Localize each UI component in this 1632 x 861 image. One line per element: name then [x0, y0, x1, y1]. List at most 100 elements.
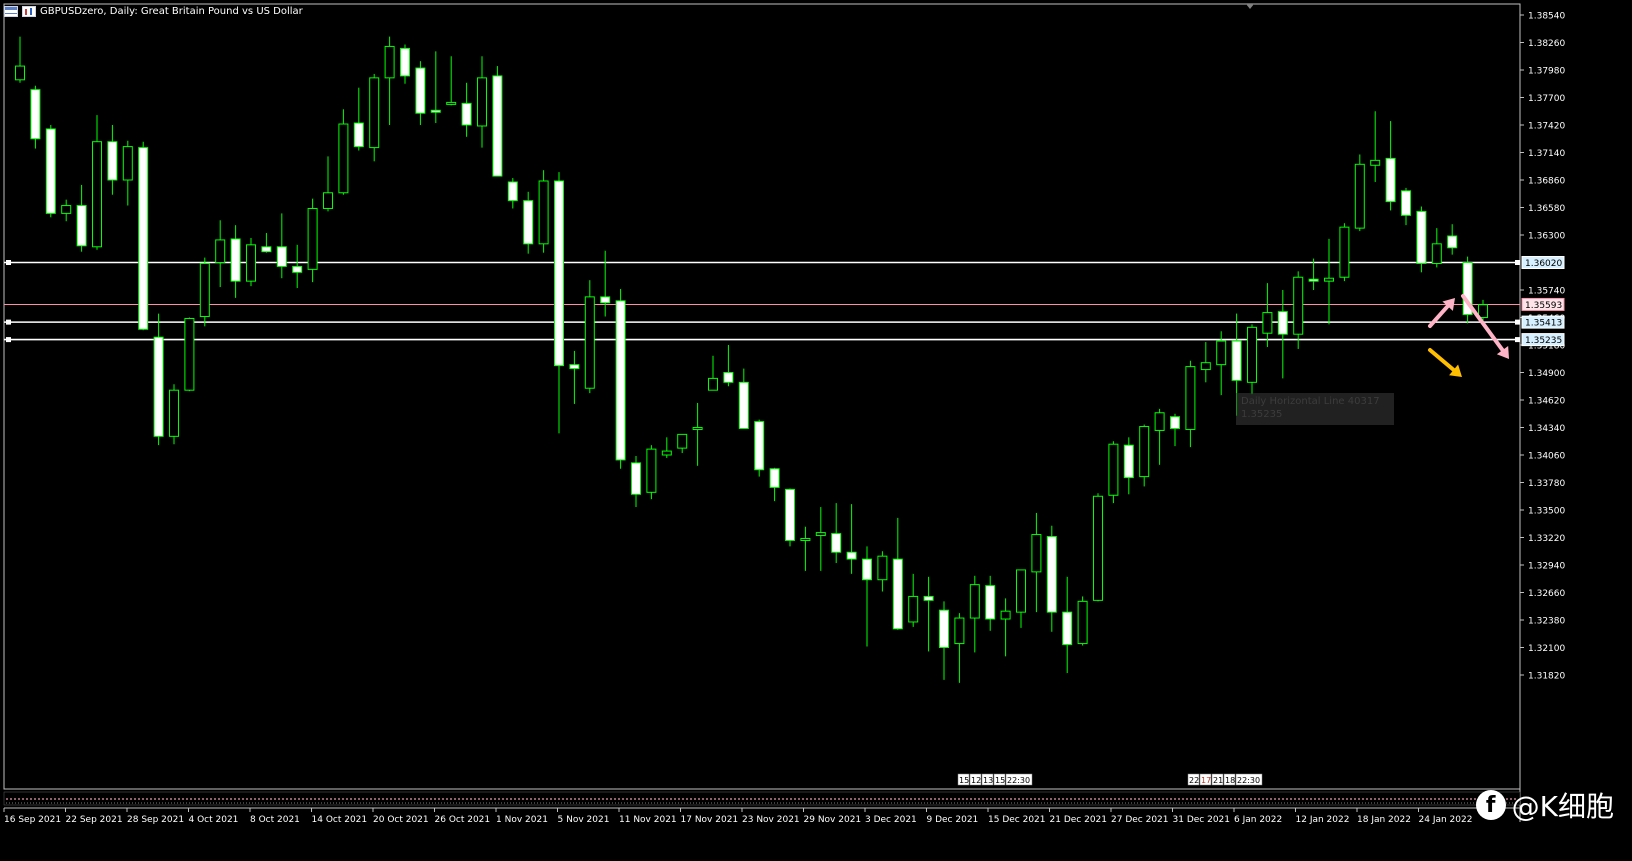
candle-body[interactable] — [477, 77, 487, 127]
candle-body[interactable] — [754, 421, 765, 471]
candle-body[interactable] — [600, 296, 611, 304]
candle-body[interactable] — [446, 101, 457, 105]
candle-body[interactable] — [1016, 569, 1026, 613]
candle-body[interactable] — [1370, 159, 1381, 166]
hline-handle[interactable] — [1515, 260, 1520, 265]
candle-body[interactable] — [523, 200, 534, 245]
candle-body[interactable] — [831, 533, 842, 553]
candle-body[interactable] — [738, 381, 749, 429]
candle-body[interactable] — [1231, 340, 1242, 381]
candle-body[interactable] — [1308, 278, 1319, 282]
candle-body[interactable] — [30, 89, 41, 140]
candle-body[interactable] — [492, 75, 503, 177]
candle-body[interactable] — [1339, 226, 1350, 278]
candle-body[interactable] — [415, 67, 426, 114]
candle-body[interactable] — [1247, 326, 1257, 383]
candle-body[interactable] — [1046, 536, 1057, 613]
candle-body[interactable] — [107, 141, 118, 181]
candle-body[interactable] — [323, 192, 333, 209]
candle-body[interactable] — [862, 558, 872, 581]
candle-body[interactable] — [1354, 163, 1365, 229]
hline-handle[interactable] — [6, 337, 11, 343]
candle-body[interactable] — [1262, 312, 1273, 334]
candle-body[interactable] — [892, 558, 903, 630]
candle-body[interactable] — [569, 364, 580, 370]
candle-body[interactable] — [184, 317, 195, 391]
candle-body[interactable] — [1108, 443, 1119, 496]
candle-body[interactable] — [985, 585, 996, 620]
candle-body[interactable] — [1416, 210, 1427, 264]
candle-body[interactable] — [969, 584, 980, 619]
candle-body[interactable] — [338, 123, 349, 194]
candle-body[interactable] — [785, 488, 795, 541]
candle-body[interactable] — [1000, 610, 1011, 620]
candle-body[interactable] — [723, 372, 734, 383]
candle-body[interactable] — [923, 595, 934, 601]
candle-body[interactable] — [1447, 235, 1458, 249]
candle-body[interactable] — [1077, 600, 1088, 645]
candle-body[interactable] — [1478, 304, 1488, 319]
candle-body[interactable] — [538, 180, 549, 245]
candle-body[interactable] — [400, 47, 410, 77]
candle-body[interactable] — [246, 244, 256, 282]
hline-handle[interactable] — [6, 319, 11, 325]
candle-body[interactable] — [1216, 340, 1227, 366]
hline-handle[interactable] — [1515, 319, 1520, 325]
candle-body[interactable] — [261, 246, 272, 253]
candle-body[interactable] — [307, 207, 318, 270]
candle-body[interactable] — [1170, 416, 1180, 429]
candle-body[interactable] — [169, 389, 179, 437]
candle-body[interactable] — [215, 239, 226, 264]
candle-body[interactable] — [554, 180, 564, 367]
candle-body[interactable] — [800, 537, 811, 541]
candle-body[interactable] — [584, 296, 595, 389]
candle-body[interactable] — [692, 427, 703, 430]
candle-body[interactable] — [276, 246, 287, 267]
candle-body[interactable] — [461, 102, 472, 126]
candle-body[interactable] — [76, 205, 87, 247]
candle-body[interactable] — [646, 448, 657, 493]
candle-body[interactable] — [92, 141, 102, 248]
candle-body[interactable] — [61, 205, 72, 214]
candle-body[interactable] — [954, 617, 965, 645]
candle-body[interactable] — [122, 146, 133, 181]
candle-body[interactable] — [507, 181, 518, 202]
candle-body[interactable] — [877, 555, 888, 581]
candle-body[interactable] — [846, 551, 857, 560]
candle-body[interactable] — [1031, 534, 1042, 573]
candle-body[interactable] — [1401, 190, 1411, 216]
candle-body[interactable] — [369, 77, 380, 149]
candle-body[interactable] — [1385, 157, 1396, 203]
candle-body[interactable] — [353, 122, 364, 148]
candle-body[interactable] — [45, 128, 56, 214]
candle-body[interactable] — [1293, 276, 1304, 335]
candle-body[interactable] — [199, 262, 210, 318]
candle-body[interactable] — [1431, 243, 1442, 264]
candle-body[interactable] — [769, 468, 780, 488]
candle-body[interactable] — [230, 238, 241, 282]
orange-down-arrow[interactable] — [1428, 348, 1462, 377]
price-chart[interactable]: 1.38540 1.38260 1.37980 1.37700 1.37420 1.371… — [0, 0, 1632, 861]
candle-body[interactable] — [908, 595, 919, 623]
candle-body[interactable] — [677, 433, 688, 449]
hline-handle[interactable] — [6, 260, 11, 265]
candle-body[interactable] — [615, 300, 626, 461]
candle-body[interactable] — [292, 265, 303, 273]
candle-body[interactable] — [708, 377, 718, 391]
hline-handle[interactable] — [1515, 337, 1520, 343]
candle-body[interactable] — [1139, 426, 1150, 478]
candle-body[interactable] — [1123, 444, 1134, 479]
table-icon[interactable] — [4, 6, 18, 17]
candle-body[interactable] — [384, 45, 395, 79]
candle-body[interactable] — [1093, 495, 1103, 601]
candle-body[interactable] — [1200, 362, 1211, 371]
candle-body[interactable] — [661, 450, 672, 456]
candle-body[interactable] — [815, 532, 826, 537]
shift-marker-icon[interactable] — [1246, 4, 1254, 9]
chart-type-icon[interactable] — [22, 6, 36, 17]
candle-body[interactable] — [153, 336, 164, 437]
candle-body[interactable] — [1324, 277, 1334, 282]
candle-body[interactable] — [1185, 366, 1196, 430]
candle-body[interactable] — [1277, 311, 1288, 335]
candle-body[interactable] — [1062, 611, 1073, 646]
